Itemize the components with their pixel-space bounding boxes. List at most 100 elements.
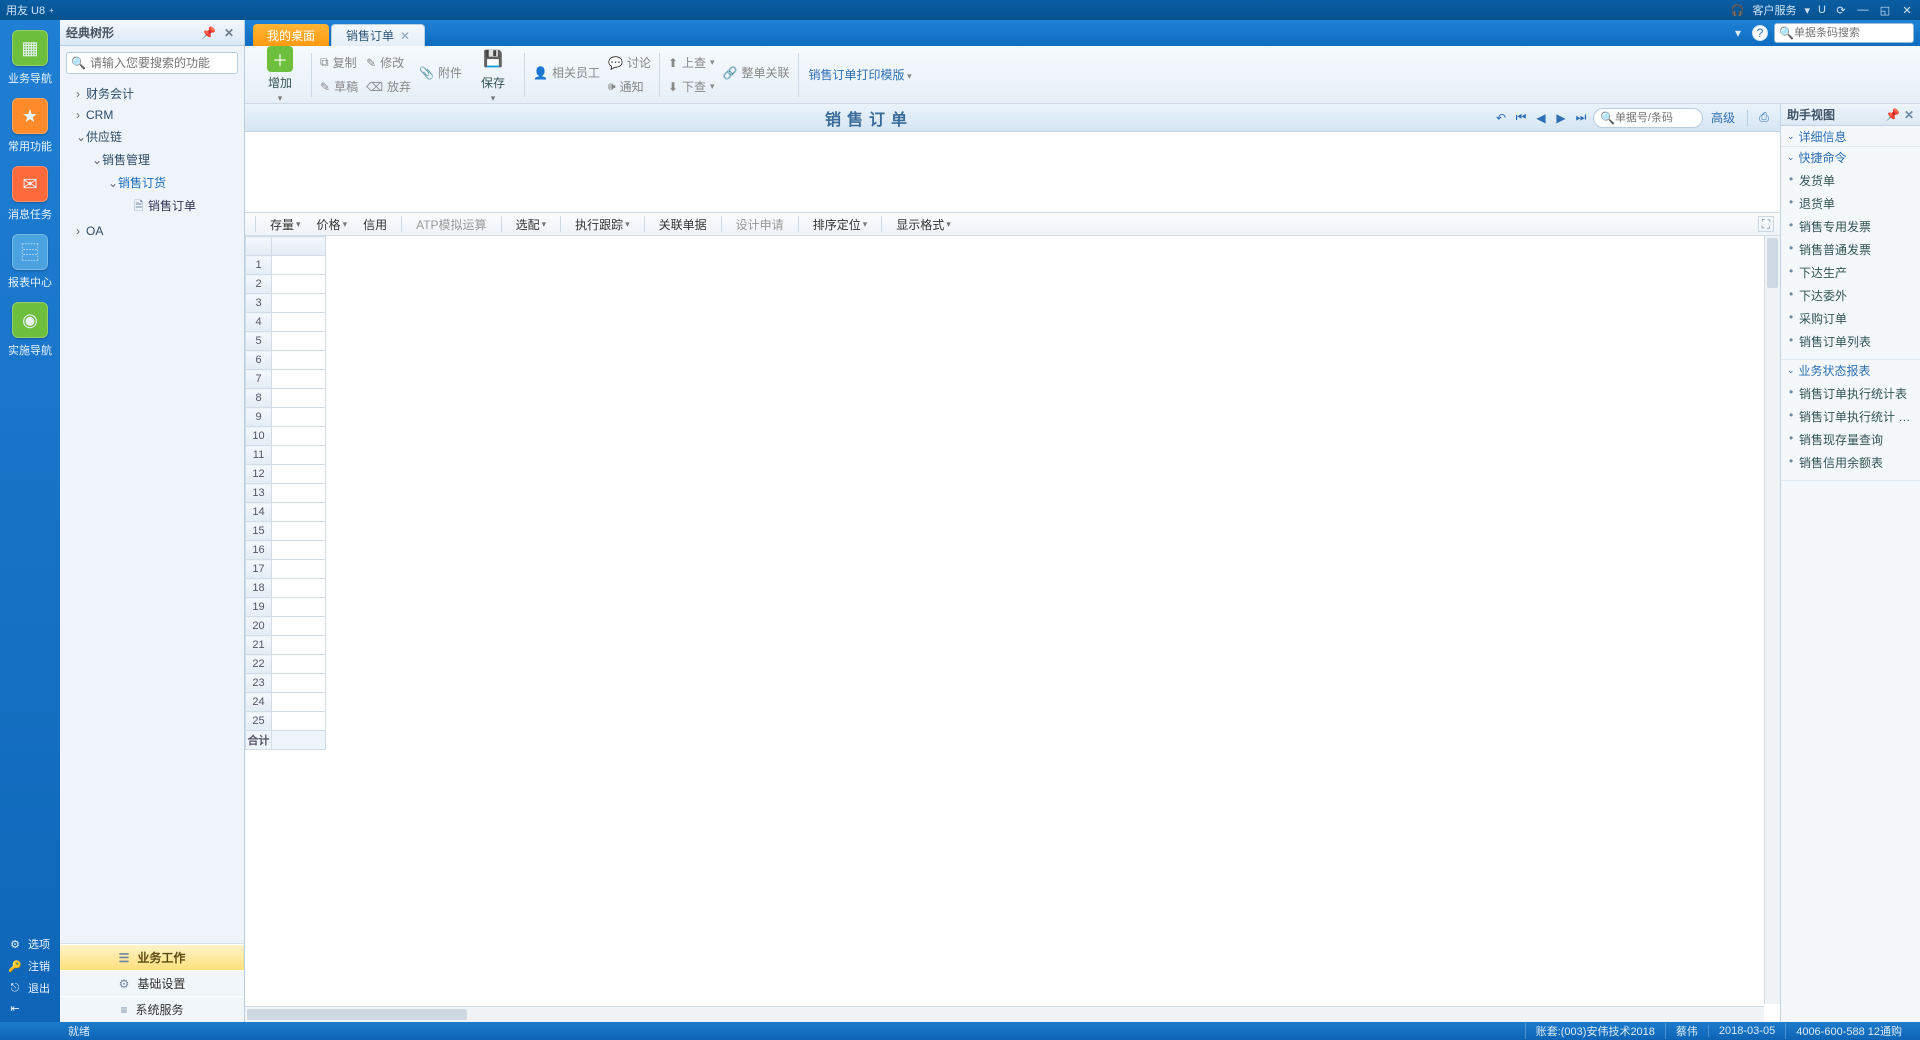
table-row[interactable]: 6 (246, 351, 326, 370)
quick-command-item[interactable]: 退货单 (1781, 192, 1920, 215)
tabstrip-dropdown-icon[interactable]: ▾ (1730, 26, 1746, 40)
gridbar-sort[interactable]: 排序定位▾ (807, 216, 874, 233)
tree-node[interactable]: ⌄销售管理 (64, 148, 240, 171)
quick-command-item[interactable]: 下达生产 (1781, 261, 1920, 284)
last-record-icon[interactable]: ⏭ (1573, 110, 1589, 125)
report-item[interactable]: 销售信用余额表 (1781, 451, 1920, 474)
pin-icon[interactable]: 📌 (197, 26, 220, 40)
gridbar-assoc[interactable]: 关联单据 (653, 216, 713, 233)
gridbar-design[interactable]: 设计申请 (730, 216, 790, 233)
grid-expand-icon[interactable]: ⛶ (1758, 216, 1774, 232)
table-row[interactable]: 17 (246, 560, 326, 579)
tree-node[interactable]: ›财务会计 (64, 82, 240, 105)
customer-service-link[interactable]: 客户服务 (1753, 2, 1797, 18)
first-record-icon[interactable]: ⏮ (1513, 110, 1529, 125)
related-staff-button[interactable]: 👤相关员工 (529, 63, 604, 83)
advanced-search-link[interactable]: 高级 (1707, 109, 1739, 126)
add-button[interactable]: ＋ 增加▾ (263, 46, 297, 104)
gridbar-display[interactable]: 显示格式▾ (890, 216, 957, 233)
table-row[interactable]: 12 (246, 465, 326, 484)
close-window-button[interactable]: ✕ (1900, 4, 1914, 17)
barcode-search-input[interactable] (1794, 27, 1909, 39)
gridbar-stock[interactable]: 存量▾ (264, 216, 307, 233)
tab-close-icon[interactable]: ✕ (400, 29, 410, 43)
grid-hscrollbar[interactable] (245, 1006, 1764, 1022)
nav-tab-system[interactable]: ≡系统服务 (60, 996, 244, 1022)
quick-command-item[interactable]: 发货单 (1781, 169, 1920, 192)
attach-button[interactable]: 📎附件 (415, 63, 466, 83)
help-icon[interactable]: ? (1752, 25, 1768, 41)
next-record-icon[interactable]: ▶ (1553, 111, 1569, 125)
rail-implement[interactable]: ◉实施导航 (6, 302, 54, 358)
assist-sec-quick[interactable]: ⌄快捷命令 (1781, 147, 1920, 167)
rail-reports[interactable]: ⿳报表中心 (6, 234, 54, 290)
barcode-search-box[interactable]: 🔍 (1774, 23, 1914, 43)
table-row[interactable]: 24 (246, 693, 326, 712)
doc-search-input[interactable] (1615, 112, 1696, 124)
table-row[interactable]: 15 (246, 522, 326, 541)
tree-node[interactable]: ⌄供应链 (64, 125, 240, 148)
table-row[interactable]: 9 (246, 408, 326, 427)
table-row[interactable]: 3 (246, 294, 326, 313)
gridbar-price[interactable]: 价格▾ (311, 216, 354, 233)
grid-vscrollbar[interactable] (1764, 236, 1780, 1004)
table-row[interactable]: 23 (246, 674, 326, 693)
table-row[interactable]: 21 (246, 636, 326, 655)
save-button[interactable]: 💾 保存▾ (476, 46, 510, 104)
copy-button[interactable]: ⧉复制 (316, 53, 362, 73)
table-row[interactable]: 25 (246, 712, 326, 731)
quick-command-item[interactable]: 销售订单列表 (1781, 330, 1920, 353)
tree-node[interactable]: ⌄销售订货 (64, 171, 240, 194)
report-item[interactable]: 销售订单执行统计表 (1781, 382, 1920, 405)
print-template-dropdown[interactable]: 销售订单打印模版 (803, 66, 918, 83)
table-row[interactable]: 20 (246, 617, 326, 636)
nav-search-box[interactable]: 🔍 (66, 52, 238, 74)
assist-sec-report[interactable]: ⌄业务状态报表 (1781, 360, 1920, 380)
table-row[interactable]: 10 (246, 427, 326, 446)
discuss-button[interactable]: 💬讨论 (604, 53, 655, 73)
quick-command-item[interactable]: 下达委外 (1781, 284, 1920, 307)
prev-record-icon[interactable]: ◀ (1533, 111, 1549, 125)
rail-collapse[interactable]: ⇤ (8, 999, 52, 1018)
link-doc-button[interactable]: 🔗整单关联 (719, 63, 794, 83)
table-row[interactable]: 16 (246, 541, 326, 560)
table-row[interactable]: 19 (246, 598, 326, 617)
rail-messages[interactable]: ✉消息任务 (6, 166, 54, 222)
table-row[interactable]: 14 (246, 503, 326, 522)
tree-node[interactable]: 🗎销售订单 (64, 194, 240, 221)
maximize-button[interactable]: ◱ (1878, 4, 1892, 17)
doc-search-box[interactable]: 🔍 (1593, 108, 1703, 128)
tree-node[interactable]: ›CRM (64, 105, 240, 125)
nav-close-icon[interactable]: ✕ (220, 26, 238, 40)
assist-pin-icon[interactable]: 📌 (1885, 108, 1900, 122)
u-menu[interactable]: U (1818, 4, 1826, 16)
data-grid[interactable]: 1234567891011121314151617181920212223242… (245, 236, 1780, 1022)
quick-command-item[interactable]: 销售专用发票 (1781, 215, 1920, 238)
nav-search-input[interactable] (90, 56, 245, 70)
assist-close-icon[interactable]: ✕ (1904, 108, 1914, 122)
undo-icon[interactable]: ↶ (1493, 111, 1509, 125)
table-row[interactable]: 1 (246, 256, 326, 275)
assist-sec-detail[interactable]: ⌄详细信息 (1781, 126, 1920, 146)
rail-options[interactable]: ⚙选项 (8, 933, 52, 955)
sync-icon[interactable]: ⟳ (1834, 4, 1848, 17)
gridbar-match[interactable]: 选配▾ (510, 216, 553, 233)
nav-tab-business[interactable]: ☰业务工作 (60, 944, 244, 970)
report-item[interactable]: 销售订单执行统计 … (1781, 405, 1920, 428)
notify-button[interactable]: 🕪通知 (604, 77, 655, 97)
table-row[interactable]: 22 (246, 655, 326, 674)
table-row[interactable]: 8 (246, 389, 326, 408)
table-row[interactable]: 4 (246, 313, 326, 332)
draft-button[interactable]: ✎草稿 (316, 77, 362, 97)
table-row[interactable]: 7 (246, 370, 326, 389)
table-row[interactable]: 13 (246, 484, 326, 503)
minimize-button[interactable]: — (1856, 4, 1870, 16)
gridbar-credit[interactable]: 信用 (357, 216, 393, 233)
modify-button[interactable]: ✎修改 (362, 53, 415, 73)
rail-business-nav[interactable]: ▦业务导航 (6, 30, 54, 86)
quick-command-item[interactable]: 采购订单 (1781, 307, 1920, 330)
trace-up-button[interactable]: ⬆上查 (664, 53, 719, 73)
rail-logout[interactable]: 🔑注销 (8, 955, 52, 977)
doc-settings-icon[interactable]: ⎙ (1756, 110, 1772, 125)
table-row[interactable]: 2 (246, 275, 326, 294)
